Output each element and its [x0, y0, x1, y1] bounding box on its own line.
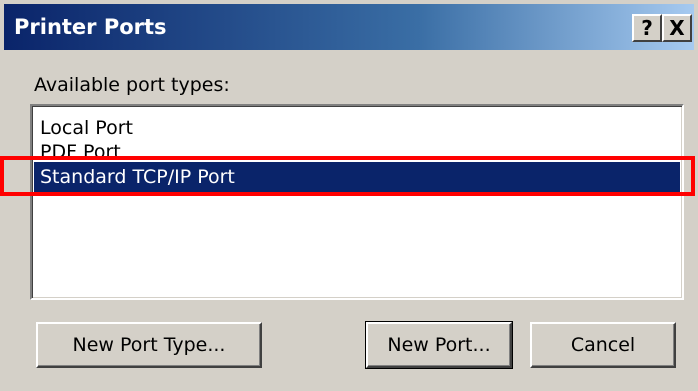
close-button[interactable]: X	[662, 14, 692, 42]
new-port-button[interactable]: New Port...	[365, 321, 513, 369]
window-title: Printer Ports	[14, 15, 167, 39]
list-item-local-port[interactable]: Local Port	[34, 116, 680, 140]
title-bar: Printer Ports ? X	[4, 4, 694, 50]
cancel-button[interactable]: Cancel	[530, 322, 676, 368]
new-port-type-button[interactable]: New Port Type...	[36, 322, 262, 368]
printer-ports-dialog: Printer Ports ? X Available port types: …	[0, 0, 698, 391]
list-item-pdf-port[interactable]: PDF Port	[34, 140, 680, 158]
available-port-types-label: Available port types:	[34, 74, 230, 96]
help-button[interactable]: ?	[632, 14, 662, 42]
port-types-listbox[interactable]: Local Port PDF Port Standard TCP/IP Port	[30, 104, 684, 300]
list-item-standard-tcpip-port[interactable]: Standard TCP/IP Port	[34, 162, 680, 192]
